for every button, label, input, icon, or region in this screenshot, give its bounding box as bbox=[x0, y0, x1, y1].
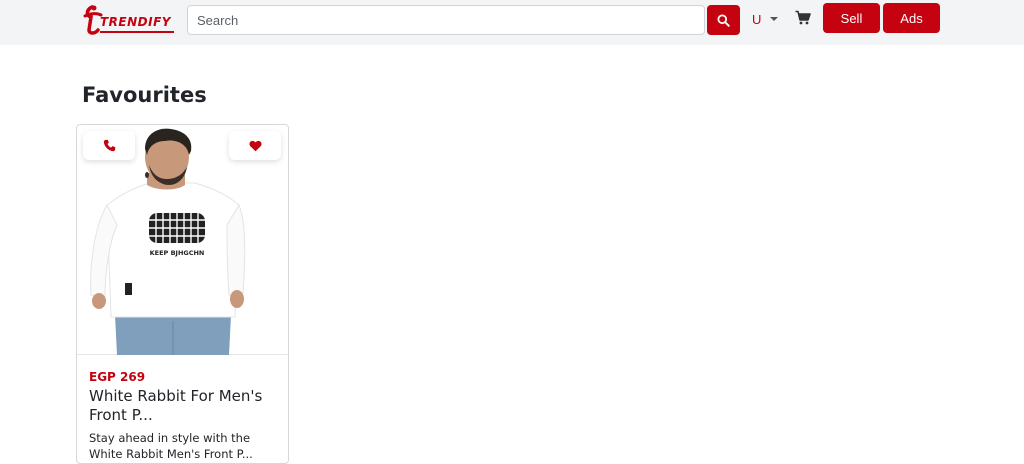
search-button[interactable] bbox=[707, 5, 740, 35]
product-title[interactable]: White Rabbit For Men's Front P... bbox=[89, 387, 279, 425]
product-image[interactable]: KEEP BJHGCHN bbox=[77, 125, 288, 355]
user-dropdown[interactable]: U bbox=[752, 10, 779, 28]
heart-icon bbox=[248, 140, 262, 151]
favourite-button[interactable] bbox=[229, 131, 281, 160]
page-title: Favourites bbox=[82, 83, 207, 107]
chevron-down-icon bbox=[770, 17, 779, 21]
search-icon bbox=[717, 13, 730, 27]
sell-button[interactable]: Sell bbox=[823, 3, 880, 33]
ads-button[interactable]: Ads bbox=[883, 3, 940, 33]
call-button[interactable] bbox=[83, 131, 135, 160]
shirt-print-text: KEEP BJHGCHN bbox=[150, 249, 205, 257]
cart-button[interactable] bbox=[795, 10, 811, 26]
search-input[interactable] bbox=[187, 5, 705, 35]
top-navbar: TRENDIFY U Sell Ads bbox=[0, 0, 1024, 45]
user-initial: U bbox=[752, 11, 762, 27]
product-card[interactable]: KEEP BJHGCHN EGP 269 White Rabbit For Me… bbox=[76, 124, 289, 464]
logo-underline bbox=[100, 31, 174, 33]
cart-icon bbox=[795, 10, 811, 25]
phone-icon bbox=[103, 139, 115, 152]
logo-text: TRENDIFY bbox=[100, 15, 171, 29]
product-description: Stay ahead in style with the White Rabbi… bbox=[89, 431, 253, 461]
brand-logo[interactable]: TRENDIFY bbox=[82, 4, 176, 36]
product-price: EGP 269 bbox=[89, 370, 146, 384]
